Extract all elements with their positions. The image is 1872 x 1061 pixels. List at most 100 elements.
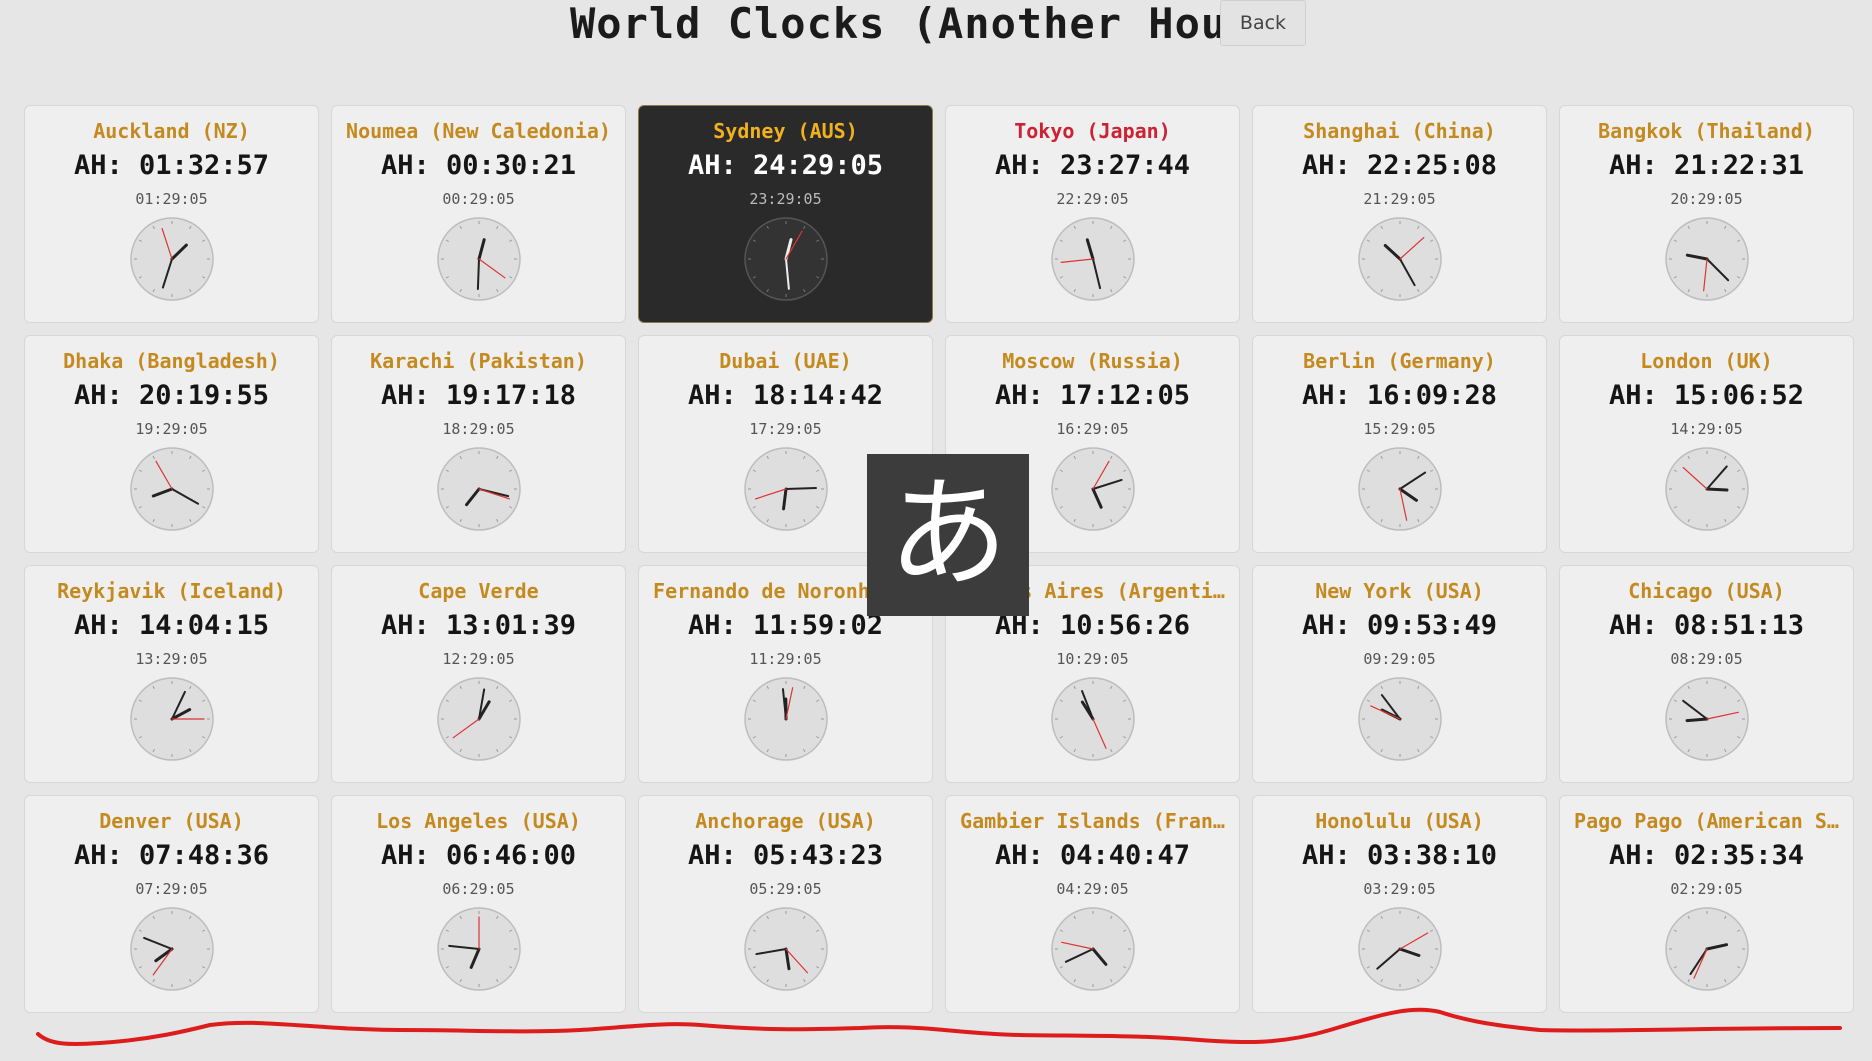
another-hour-time: AH: 19:17:18 (380, 380, 577, 411)
city-name: Dhaka (Bangladesh) (63, 349, 280, 373)
another-hour-time: AH: 07:48:36 (73, 840, 270, 871)
local-time: 01:29:05 (135, 190, 208, 208)
city-name: Chicago (USA) (1628, 579, 1785, 603)
clock-card[interactable]: Karachi (Pakistan) AH: 19:17:18 18:29:05 (331, 335, 626, 553)
another-hour-time: AH: 22:25:08 (1301, 150, 1498, 181)
analog-clock-icon (743, 447, 828, 531)
city-name: Moscow (Russia) (1002, 349, 1183, 373)
analog-clock-icon (1664, 677, 1749, 761)
analog-clock-icon (129, 907, 214, 991)
local-time: 11:29:05 (749, 650, 822, 668)
city-name: New York (USA) (1315, 579, 1484, 603)
clock-card[interactable]: Berlin (Germany) AH: 16:09:28 15:29:05 (1252, 335, 1547, 553)
city-name: Sydney (AUS) (713, 119, 858, 143)
analog-clock-icon (1357, 447, 1442, 531)
another-hour-time: AH: 24:29:05 (687, 150, 884, 181)
local-time: 12:29:05 (442, 650, 515, 668)
header: World Clocks (Another Hour) Back (0, 0, 1872, 60)
local-time: 14:29:05 (1670, 420, 1743, 438)
city-name: Honolulu (USA) (1315, 809, 1484, 833)
local-time: 23:29:05 (749, 190, 822, 208)
clock-card[interactable]: New York (USA) AH: 09:53:49 09:29:05 (1252, 565, 1547, 783)
clock-card[interactable]: Auckland (NZ) AH: 01:32:57 01:29:05 (24, 105, 319, 323)
clock-card[interactable]: Denver (USA) AH: 07:48:36 07:29:05 (24, 795, 319, 1013)
city-name: Tokyo (Japan) (1014, 119, 1171, 143)
city-name: Shanghai (China) (1303, 119, 1496, 143)
page-title: World Clocks (Another Hour) (570, 0, 1280, 48)
clock-card[interactable]: Los Angeles (USA) AH: 06:46:00 06:29:05 (331, 795, 626, 1013)
another-hour-time: AH: 18:14:42 (687, 380, 884, 411)
city-name: Noumea (New Caledonia) (346, 119, 611, 143)
local-time: 07:29:05 (135, 880, 208, 898)
analog-clock-icon (436, 447, 521, 531)
analog-clock-icon (1664, 907, 1749, 991)
another-hour-time: AH: 20:19:55 (73, 380, 270, 411)
local-time: 16:29:05 (1056, 420, 1129, 438)
clock-card[interactable]: Gambier Islands (Fran… AH: 04:40:47 04:29:… (945, 795, 1240, 1013)
analog-clock-icon (1050, 677, 1135, 761)
city-name: Berlin (Germany) (1303, 349, 1496, 373)
clock-card[interactable]: Tokyo (Japan) AH: 23:27:44 22:29:05 (945, 105, 1240, 323)
local-time: 13:29:05 (135, 650, 208, 668)
local-time: 05:29:05 (749, 880, 822, 898)
analog-clock-icon (743, 677, 828, 761)
city-name: London (UK) (1640, 349, 1773, 373)
analog-clock-icon (436, 677, 521, 761)
clock-card[interactable]: Dhaka (Bangladesh) AH: 20:19:55 19:29:05 (24, 335, 319, 553)
analog-clock-icon (1050, 217, 1135, 301)
clock-card[interactable]: Anchorage (USA) AH: 05:43:23 05:29:05 (638, 795, 933, 1013)
clock-card[interactable]: Reykjavik (Iceland) AH: 14:04:15 13:29:05 (24, 565, 319, 783)
back-button[interactable]: Back (1220, 0, 1306, 46)
clock-card[interactable]: Honolulu (USA) AH: 03:38:10 03:29:05 (1252, 795, 1547, 1013)
analog-clock-icon (1050, 447, 1135, 531)
analog-clock-icon (436, 907, 521, 991)
analog-clock-icon (129, 677, 214, 761)
analog-clock-icon (1664, 217, 1749, 301)
clock-card[interactable]: Cape Verde AH: 13:01:39 12:29:05 (331, 565, 626, 783)
local-time: 04:29:05 (1056, 880, 1129, 898)
another-hour-time: AH: 15:06:52 (1608, 380, 1805, 411)
clock-card[interactable]: London (UK) AH: 15:06:52 14:29:05 (1559, 335, 1854, 553)
another-hour-time: AH: 00:30:21 (380, 150, 577, 181)
analog-clock-icon (743, 217, 828, 301)
city-name: Pago Pago (American S… (1574, 809, 1839, 833)
city-name: Los Angeles (USA) (376, 809, 581, 833)
another-hour-time: AH: 04:40:47 (994, 840, 1191, 871)
analog-clock-icon (436, 217, 521, 301)
another-hour-time: AH: 14:04:15 (73, 610, 270, 641)
clock-card[interactable]: Sydney (AUS) AH: 24:29:05 23:29:05 (638, 105, 933, 323)
city-name: Anchorage (USA) (695, 809, 876, 833)
another-hour-time: AH: 02:35:34 (1608, 840, 1805, 871)
analog-clock-icon (1664, 447, 1749, 531)
city-name: Auckland (NZ) (93, 119, 250, 143)
another-hour-time: AH: 08:51:13 (1608, 610, 1805, 641)
analog-clock-icon (1357, 677, 1442, 761)
another-hour-time: AH: 03:38:10 (1301, 840, 1498, 871)
local-time: 09:29:05 (1363, 650, 1436, 668)
local-time: 00:29:05 (442, 190, 515, 208)
another-hour-time: AH: 16:09:28 (1301, 380, 1498, 411)
city-name: Karachi (Pakistan) (370, 349, 587, 373)
analog-clock-icon (743, 907, 828, 991)
city-name: Dubai (UAE) (719, 349, 852, 373)
clock-card[interactable]: Bangkok (Thailand) AH: 21:22:31 20:29:05 (1559, 105, 1854, 323)
city-name: Bangkok (Thailand) (1598, 119, 1815, 143)
another-hour-time: AH: 13:01:39 (380, 610, 577, 641)
local-time: 22:29:05 (1056, 190, 1129, 208)
city-name: Reykjavik (Iceland) (57, 579, 286, 603)
city-name: Cape Verde (418, 579, 539, 603)
another-hour-time: AH: 09:53:49 (1301, 610, 1498, 641)
local-time: 06:29:05 (442, 880, 515, 898)
analog-clock-icon (129, 447, 214, 531)
clock-card[interactable]: Chicago (USA) AH: 08:51:13 08:29:05 (1559, 565, 1854, 783)
clock-card[interactable]: Pago Pago (American S… AH: 02:35:34 02:29:… (1559, 795, 1854, 1013)
clock-card[interactable]: Noumea (New Caledonia) AH: 00:30:21 00:29:… (331, 105, 626, 323)
another-hour-time: AH: 06:46:00 (380, 840, 577, 871)
local-time: 21:29:05 (1363, 190, 1436, 208)
another-hour-time: AH: 23:27:44 (994, 150, 1191, 181)
another-hour-time: AH: 17:12:05 (994, 380, 1191, 411)
local-time: 10:29:05 (1056, 650, 1129, 668)
local-time: 19:29:05 (135, 420, 208, 438)
analog-clock-icon (1050, 907, 1135, 991)
clock-card[interactable]: Shanghai (China) AH: 22:25:08 21:29:05 (1252, 105, 1547, 323)
